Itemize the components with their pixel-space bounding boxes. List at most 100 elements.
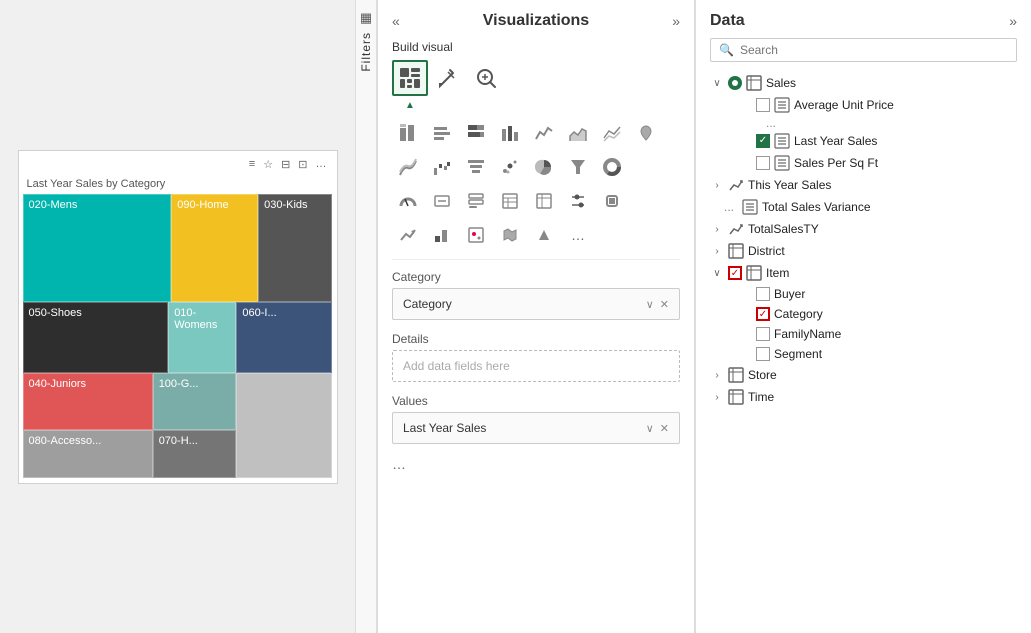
family-name-label: FamilyName — [774, 327, 841, 341]
sales-per-sq-ft-checkbox[interactable] — [756, 156, 770, 170]
toolbar-filter-icon[interactable]: ⊟ — [279, 157, 292, 172]
viz-type-analyze[interactable] — [468, 60, 504, 96]
viz-icon-stacked-bar[interactable] — [392, 117, 424, 149]
toolbar-more-icon[interactable]: … — [314, 157, 329, 172]
tree-item-buyer[interactable]: Buyer — [724, 284, 1031, 304]
item-expand-icon[interactable]: ∨ — [710, 268, 724, 279]
viz-expand-right[interactable]: » — [672, 13, 680, 29]
viz-icon-matrix[interactable] — [528, 185, 560, 217]
viz-icon-waterfall[interactable] — [426, 151, 458, 183]
filters-label[interactable]: Filters — [359, 32, 373, 72]
store-expand-icon[interactable]: › — [710, 370, 724, 381]
tree-item-sales-per-sq-ft[interactable]: Sales Per Sq Ft — [724, 152, 1031, 174]
viz-icon-filter-visual[interactable] — [562, 151, 594, 183]
viz-icon-slicer[interactable] — [562, 185, 594, 217]
tsty-expand-icon[interactable]: › — [710, 224, 724, 235]
viz-icon-multirow-card[interactable] — [460, 185, 492, 217]
viz-icon-map[interactable] — [630, 117, 662, 149]
details-dropzone[interactable]: Add data fields here — [392, 350, 680, 382]
last-year-sales-checkbox[interactable]: ✓ — [756, 134, 770, 148]
viz-icon-arrow[interactable] — [528, 219, 560, 251]
viz-icon-line2[interactable] — [596, 117, 628, 149]
tree-item-item[interactable]: ∨ ✓ Item — [696, 262, 1031, 284]
values-chevron-icon[interactable]: ∨ — [646, 422, 654, 435]
tree-item-category[interactable]: ✓ Category — [724, 304, 1031, 324]
item-checkbox-red[interactable]: ✓ — [728, 266, 742, 280]
viz-icon-table[interactable] — [494, 185, 526, 217]
viz-icon-scatter[interactable] — [494, 151, 526, 183]
treemap-cell-womens[interactable]: 010-Womens — [168, 302, 236, 373]
time-expand-icon[interactable]: › — [710, 392, 724, 403]
search-box[interactable]: 🔍 — [710, 38, 1017, 62]
more-fields-dots[interactable]: … — [378, 450, 694, 478]
tree-item-total-sales-variance[interactable]: ... Total Sales Variance — [724, 196, 1031, 218]
tree-item-avg-unit-price[interactable]: Average Unit Price — [724, 94, 1031, 116]
search-input[interactable] — [740, 43, 1008, 57]
viz-type-treemap[interactable] — [392, 60, 428, 96]
tree-item-sales[interactable]: ∨ Sales — [696, 72, 1031, 94]
viz-icon-pie[interactable] — [528, 151, 560, 183]
viz-icon-area[interactable] — [562, 117, 594, 149]
tree-item-district[interactable]: › District — [696, 240, 1031, 262]
tree-item-segment[interactable]: Segment — [724, 344, 1031, 364]
tys-expand-icon[interactable]: › — [710, 180, 724, 191]
tree-item-total-sales-ty[interactable]: › TotalSalesTY — [696, 218, 1031, 240]
segment-label: Segment — [774, 347, 822, 361]
district-expand-icon[interactable]: › — [710, 246, 724, 257]
values-dropzone[interactable]: Last Year Sales ∨ ✕ — [392, 412, 680, 444]
viz-icon-gauge[interactable] — [392, 185, 424, 217]
treemap-cell-juniors[interactable]: 040-Juniors — [23, 373, 153, 430]
treemap-cell-100g[interactable]: 100-G... — [153, 373, 237, 430]
filters-tab[interactable]: ▦ Filters — [355, 0, 377, 633]
tree-item-store[interactable]: › Store — [696, 364, 1031, 386]
viz-icon-bar2[interactable] — [426, 219, 458, 251]
viz-icon-funnel[interactable] — [460, 151, 492, 183]
viz-icon-line[interactable] — [528, 117, 560, 149]
category-dropzone[interactable]: Category ∨ ✕ — [392, 288, 680, 320]
tree-item-family-name[interactable]: FamilyName — [724, 324, 1031, 344]
chart-title: Last Year Sales by Category — [23, 176, 333, 194]
segment-checkbox[interactable] — [756, 347, 770, 361]
viz-icon-card[interactable] — [426, 185, 458, 217]
category-chevron-icon[interactable]: ∨ — [646, 298, 654, 311]
tree-item-this-year-sales[interactable]: › This Year Sales — [696, 174, 1031, 196]
viz-type-format[interactable] — [430, 60, 466, 96]
tree-item-time[interactable]: › Time — [696, 386, 1031, 408]
viz-icon-100-stacked[interactable] — [460, 117, 492, 149]
tree-item-last-year-sales[interactable]: ✓ Last Year Sales — [724, 130, 1031, 152]
viz-icon-kpi[interactable] — [392, 219, 424, 251]
viz-icon-shape[interactable] — [596, 185, 628, 217]
toolbar-expand-icon[interactable]: ⊡ — [296, 157, 309, 172]
toolbar-pin-icon[interactable]: ☆ — [261, 157, 275, 172]
viz-icon-map2[interactable] — [460, 219, 492, 251]
category-remove-icon[interactable]: ✕ — [660, 298, 669, 311]
treemap-cell-mens[interactable]: 020-Mens — [23, 194, 172, 302]
buyer-label: Buyer — [774, 287, 805, 301]
treemap-cell-60[interactable]: 060-I... — [236, 302, 332, 373]
treemap-cell-accessories[interactable]: 080-Accesso... — [23, 430, 153, 478]
viz-icon-filled-map[interactable] — [494, 219, 526, 251]
viz-icon-cluster[interactable] — [494, 117, 526, 149]
sales-expand-icon[interactable]: ∨ — [710, 78, 724, 89]
treemap-cell-shoes[interactable]: 050-Shoes — [23, 302, 169, 373]
viz-icon-ribbon[interactable] — [392, 151, 424, 183]
category-field-checkbox-red[interactable]: ✓ — [756, 307, 770, 321]
avg-unit-price-dots[interactable]: ... — [724, 116, 1031, 130]
treemap-cell-kids[interactable]: 030-Kids — [258, 194, 332, 302]
data-expand-icon[interactable]: » — [1009, 13, 1017, 29]
toolbar-menu-icon[interactable]: ≡ — [247, 157, 257, 172]
treemap-cell-home[interactable]: 090-Home — [171, 194, 258, 302]
family-name-checkbox[interactable] — [756, 327, 770, 341]
buyer-checkbox[interactable] — [756, 287, 770, 301]
values-remove-icon[interactable]: ✕ — [660, 422, 669, 435]
avg-unit-price-checkbox[interactable] — [756, 98, 770, 112]
viz-icon-more[interactable]: … — [562, 219, 594, 251]
viz-icon-donut[interactable] — [596, 151, 628, 183]
category-field-section: Category Category ∨ ✕ — [378, 264, 694, 326]
viz-icon-bar[interactable] — [426, 117, 458, 149]
time-table-icon — [728, 389, 744, 405]
treemap-cell-70h[interactable]: 070-H... — [153, 430, 237, 478]
item-table-icon — [746, 265, 762, 281]
viz-collapse-left[interactable]: « — [392, 13, 400, 29]
viz-panel-title: Visualizations — [483, 12, 589, 30]
